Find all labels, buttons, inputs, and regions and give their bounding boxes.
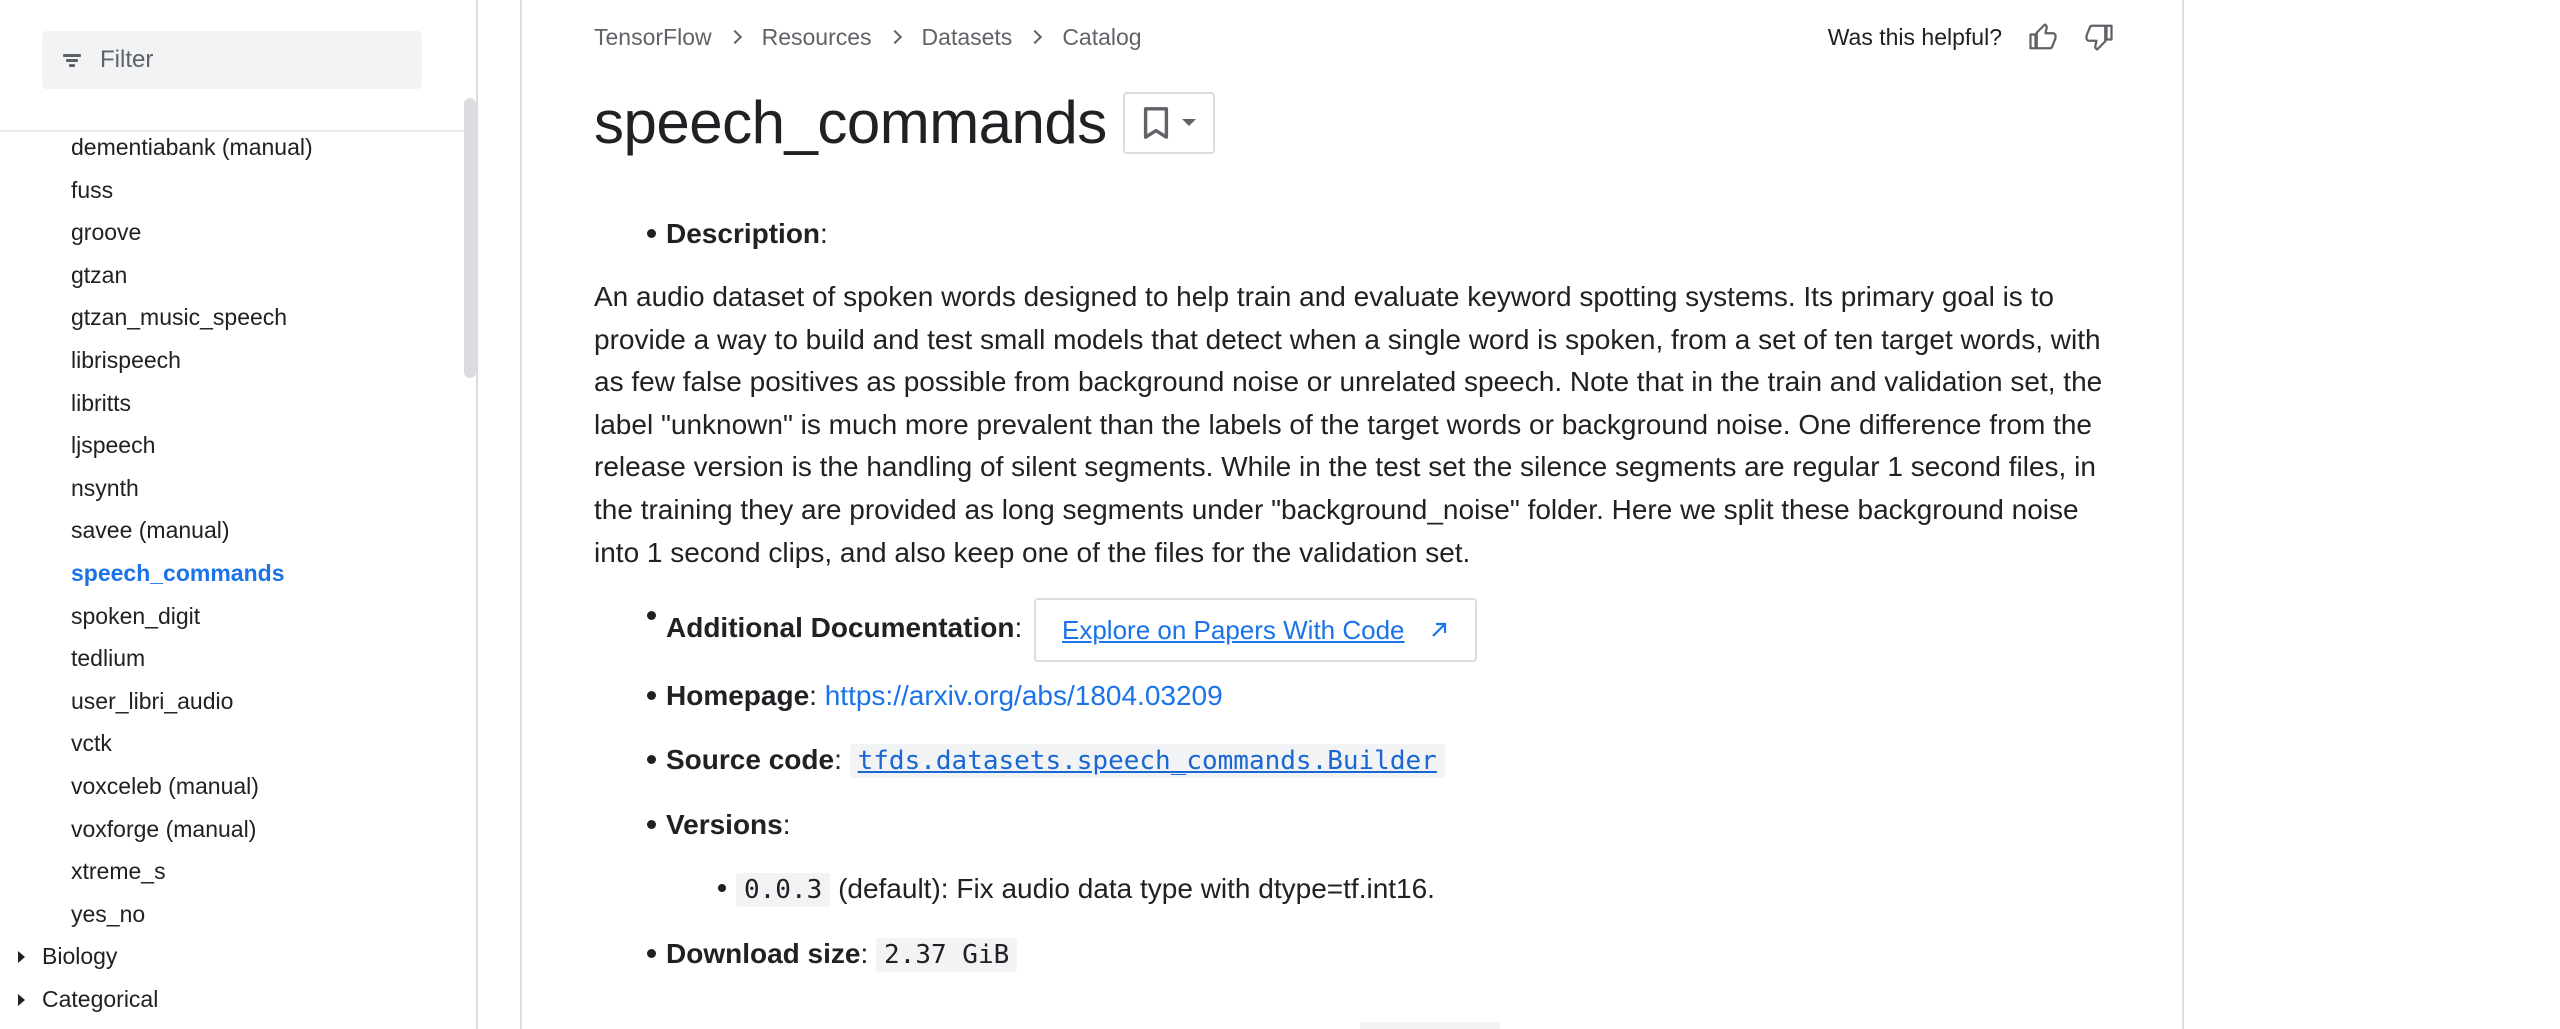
breadcrumb-tensorflow[interactable]: TensorFlow	[594, 24, 712, 51]
top-bar: TensorFlow Resources Datasets Catalog Wa…	[594, 18, 2114, 56]
sidebar-item-tedlium[interactable]: tedlium	[0, 637, 460, 680]
colon: :	[782, 808, 791, 840]
homepage-item: Homepage: https://arxiv.org/abs/1804.032…	[594, 676, 2114, 716]
colon: :	[809, 679, 817, 711]
sidebar-item-gtzan[interactable]: gtzan	[0, 254, 460, 297]
breadcrumb-datasets[interactable]: Datasets	[922, 24, 1013, 51]
colon: :	[834, 743, 842, 775]
expand-caret-icon	[18, 993, 25, 1006]
sidebar-item-fuss[interactable]: fuss	[0, 169, 460, 212]
main-content: TensorFlow Resources Datasets Catalog Wa…	[520, 0, 2184, 1029]
page-title: speech_commands	[594, 89, 1107, 156]
sidebar-item-yes-no[interactable]: yes_no	[0, 893, 460, 936]
sidebar-item-vctk[interactable]: vctk	[0, 722, 460, 765]
thumbs-down-icon[interactable]	[2084, 22, 2114, 52]
feedback-area: Was this helpful?	[1828, 22, 2114, 52]
sidebar-nav: dementiabank (manual) fuss groove gtzan …	[0, 126, 460, 1020]
sidebar-item-savee[interactable]: savee (manual)	[0, 509, 460, 552]
sidebar-item-user-libri-audio[interactable]: user_libri_audio	[0, 680, 460, 723]
download-size-value: 2.37 GiB	[876, 937, 1018, 972]
dataset-details: Description: An audio dataset of spoken …	[594, 210, 2114, 975]
sidebar-item-nsynth[interactable]: nsynth	[0, 467, 460, 510]
thumbs-up-icon[interactable]	[2028, 22, 2058, 52]
helpful-label: Was this helpful?	[1827, 23, 2002, 50]
homepage-label: Homepage	[666, 679, 810, 711]
additional-doc-label: Additional Documentation	[666, 612, 1015, 644]
title-row: speech_commands	[594, 88, 1215, 157]
source-code-label: Source code	[666, 743, 835, 775]
sidebar-item-dementiabank[interactable]: dementiabank (manual)	[0, 126, 460, 169]
versions-label: Versions	[666, 808, 783, 840]
colon: :	[860, 937, 869, 969]
bookmark-icon	[1143, 106, 1168, 139]
sidebar-item-spoken-digit[interactable]: spoken_digit	[0, 595, 460, 638]
external-link-icon	[1431, 622, 1446, 637]
breadcrumb-catalog[interactable]: Catalog	[1062, 24, 1141, 51]
download-size-item: Download size: 2.37 GiB	[594, 934, 2114, 975]
papers-with-code-label: Explore on Papers With Code	[1062, 614, 1405, 645]
papers-with-code-button[interactable]: Explore on Papers With Code	[1034, 597, 1477, 662]
filter-box[interactable]	[42, 31, 422, 89]
sidebar-item-libritts[interactable]: libritts	[0, 382, 460, 425]
sidebar-category-biology[interactable]: Biology	[0, 935, 460, 978]
description-item: Description:	[594, 214, 2114, 254]
filter-icon	[62, 52, 82, 68]
source-code-link[interactable]: tfds.datasets.speech_commands.Builder	[849, 743, 1445, 778]
version-note: (default): Fix audio data type with dtyp…	[838, 872, 1435, 904]
chevron-right-icon	[887, 29, 902, 45]
sidebar-item-gtzan-music-speech[interactable]: gtzan_music_speech	[0, 296, 460, 339]
source-code-item: Source code: tfds.datasets.speech_comman…	[594, 740, 2114, 781]
breadcrumb-resources[interactable]: Resources	[762, 24, 872, 51]
description-text: An audio dataset of spoken words designe…	[594, 281, 2103, 568]
sidebar: dementiabank (manual) fuss groove gtzan …	[0, 0, 478, 1029]
dropdown-caret-icon	[1181, 119, 1196, 126]
download-size-label: Download size	[666, 937, 861, 969]
version-value: 0.0.3	[736, 872, 831, 907]
chevron-right-icon	[727, 29, 742, 45]
sidebar-category-label: Categorical	[42, 985, 159, 1012]
bookmark-button[interactable]	[1122, 91, 1215, 154]
version-entry: 0.0.3 (default): Fix audio data type wit…	[594, 869, 2114, 910]
breadcrumb: TensorFlow Resources Datasets Catalog	[594, 24, 1142, 51]
sidebar-item-voxceleb[interactable]: voxceleb (manual)	[0, 765, 460, 808]
sidebar-item-voxforge[interactable]: voxforge (manual)	[0, 808, 460, 851]
colon: :	[1014, 612, 1023, 644]
sidebar-item-xtreme-s[interactable]: xtreme_s	[0, 850, 460, 893]
description-label: Description	[666, 218, 821, 249]
filter-input[interactable]	[100, 46, 400, 74]
filter-area	[0, 0, 476, 132]
colon: :	[820, 218, 828, 249]
sidebar-item-groove[interactable]: groove	[0, 211, 460, 254]
sidebar-item-speech-commands[interactable]: speech_commands	[0, 552, 460, 595]
sidebar-item-librispeech[interactable]: librispeech	[0, 339, 460, 382]
chevron-right-icon	[1028, 29, 1043, 45]
expand-caret-icon	[18, 951, 25, 964]
sidebar-category-label: Biology	[42, 943, 118, 970]
versions-item: Versions:	[594, 805, 2114, 845]
homepage-link[interactable]: https://arxiv.org/abs/1804.03209	[825, 680, 1223, 711]
sidebar-item-ljspeech[interactable]: ljspeech	[0, 424, 460, 467]
sidebar-scrollbar[interactable]	[464, 98, 476, 378]
sidebar-category-categorical[interactable]: Categorical	[0, 978, 460, 1021]
next-item-code-partial	[1360, 1022, 1500, 1029]
additional-doc-item: Additional Documentation: Explore on Pap…	[594, 596, 2114, 662]
